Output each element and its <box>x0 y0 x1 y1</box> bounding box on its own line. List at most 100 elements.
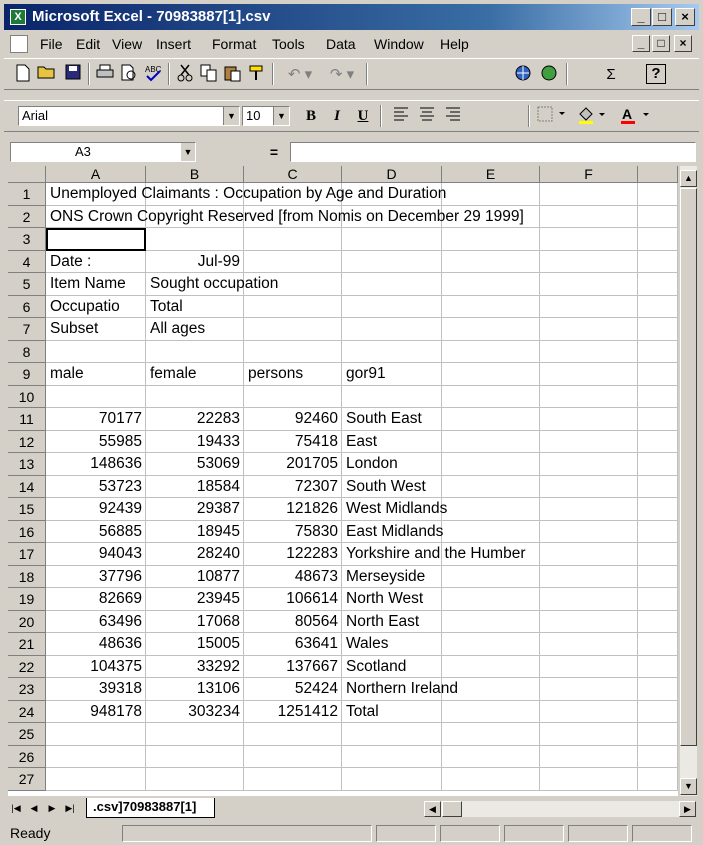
cell[interactable] <box>442 745 540 768</box>
cell[interactable]: 75418 <box>244 430 342 453</box>
chevron-down-icon[interactable]: ▼ <box>181 143 195 161</box>
cell[interactable] <box>442 588 540 611</box>
cell[interactable]: West Midlands <box>342 498 447 521</box>
cell[interactable] <box>638 363 678 386</box>
cell[interactable] <box>146 768 244 791</box>
cell[interactable]: 52424 <box>244 678 342 701</box>
minimize-button[interactable]: _ <box>631 8 651 26</box>
scroll-thumb[interactable] <box>680 188 697 746</box>
cell[interactable] <box>540 543 638 566</box>
cell[interactable] <box>638 768 678 791</box>
cell[interactable]: East <box>342 430 442 453</box>
cell[interactable]: 201705 <box>244 453 342 476</box>
cell[interactable] <box>540 318 638 341</box>
open-icon[interactable] <box>36 64 58 85</box>
italic-button[interactable]: I <box>326 106 348 127</box>
cell[interactable] <box>442 183 540 206</box>
cell[interactable]: 53723 <box>46 475 146 498</box>
cell[interactable] <box>638 655 678 678</box>
cell[interactable]: 28240 <box>146 543 244 566</box>
scroll-down-icon[interactable]: ▼ <box>680 778 697 795</box>
cell[interactable]: Total <box>342 700 442 723</box>
scroll-left-icon[interactable]: ◀ <box>424 801 441 817</box>
autosum-icon[interactable]: Σ <box>600 64 622 85</box>
cell[interactable] <box>442 295 540 318</box>
undo-icon[interactable]: ↶ ▾ <box>280 64 320 85</box>
cell[interactable] <box>342 340 442 363</box>
row-header[interactable]: 26 <box>8 745 46 768</box>
horizontal-scrollbar[interactable]: ◀ ▶ <box>424 801 696 817</box>
row-header[interactable]: 1 <box>8 183 46 206</box>
cell[interactable]: Item Name <box>46 273 146 296</box>
menu-edit[interactable]: Edit <box>76 32 100 56</box>
chevron-down-icon[interactable]: ▼ <box>223 107 239 125</box>
cell[interactable]: Yorkshire and the Humber <box>342 543 526 566</box>
cell[interactable] <box>46 723 146 746</box>
cell[interactable]: 63641 <box>244 633 342 656</box>
cell[interactable] <box>638 678 678 701</box>
cut-icon[interactable] <box>174 64 196 85</box>
cell[interactable]: 18945 <box>146 520 244 543</box>
menu-data[interactable]: Data <box>326 32 356 56</box>
cell[interactable]: Jul-99 <box>146 250 244 273</box>
cell[interactable]: 15005 <box>146 633 244 656</box>
cell[interactable] <box>540 228 638 251</box>
cell[interactable]: 19433 <box>146 430 244 453</box>
cell[interactable] <box>540 453 638 476</box>
cell[interactable] <box>540 385 638 408</box>
row-header[interactable]: 6 <box>8 295 46 318</box>
menu-view[interactable]: View <box>112 32 142 56</box>
cell[interactable] <box>442 565 540 588</box>
cell[interactable]: 48636 <box>46 633 146 656</box>
cell[interactable] <box>540 273 638 296</box>
row-header[interactable]: 23 <box>8 678 46 701</box>
cell[interactable] <box>540 363 638 386</box>
cell[interactable] <box>638 610 678 633</box>
row-header[interactable]: 2 <box>8 205 46 228</box>
cell[interactable]: South West <box>342 475 442 498</box>
row-header[interactable]: 3 <box>8 228 46 251</box>
cell[interactable]: 22283 <box>146 408 244 431</box>
cell[interactable]: Total <box>146 295 244 318</box>
fill-color-icon[interactable] <box>574 106 610 127</box>
font-size-combo[interactable]: 10 ▼ <box>242 106 290 126</box>
cell[interactable] <box>540 768 638 791</box>
cell[interactable] <box>342 250 442 273</box>
cell[interactable]: 121826 <box>244 498 342 521</box>
cell[interactable] <box>442 475 540 498</box>
cell[interactable] <box>638 745 678 768</box>
cell[interactable] <box>638 723 678 746</box>
cell[interactable] <box>540 183 638 206</box>
cell[interactable]: 56885 <box>46 520 146 543</box>
cell[interactable]: 48673 <box>244 565 342 588</box>
cell[interactable] <box>638 453 678 476</box>
edit-formula-button[interactable]: = <box>264 143 284 161</box>
align-center-icon[interactable] <box>416 106 438 127</box>
cell[interactable] <box>342 768 442 791</box>
column-header-e[interactable]: E <box>442 166 540 183</box>
cell[interactable] <box>638 273 678 296</box>
cell[interactable] <box>638 295 678 318</box>
redo-icon[interactable]: ↷ ▾ <box>322 64 362 85</box>
cell[interactable] <box>540 408 638 431</box>
cell[interactable] <box>342 295 442 318</box>
menu-file[interactable]: File <box>40 32 63 56</box>
next-sheet-icon[interactable]: ▶ <box>44 800 60 816</box>
cell[interactable] <box>442 453 540 476</box>
row-header[interactable]: 19 <box>8 588 46 611</box>
cell[interactable] <box>638 700 678 723</box>
cell[interactable] <box>442 318 540 341</box>
sheet-tab-active[interactable]: .csv]70983887[1] <box>86 798 216 818</box>
insert-hyperlink-icon[interactable] <box>512 64 534 85</box>
cell[interactable]: All ages <box>146 318 244 341</box>
cell[interactable]: male <box>46 363 146 386</box>
cell[interactable]: 55985 <box>46 430 146 453</box>
cell[interactable] <box>540 700 638 723</box>
align-left-icon[interactable] <box>390 106 412 127</box>
cell[interactable] <box>540 633 638 656</box>
cell[interactable] <box>442 273 540 296</box>
row-header[interactable]: 8 <box>8 340 46 363</box>
menu-window[interactable]: Window <box>374 32 424 56</box>
cell[interactable] <box>244 228 342 251</box>
doc-close-button[interactable]: × <box>674 35 692 52</box>
